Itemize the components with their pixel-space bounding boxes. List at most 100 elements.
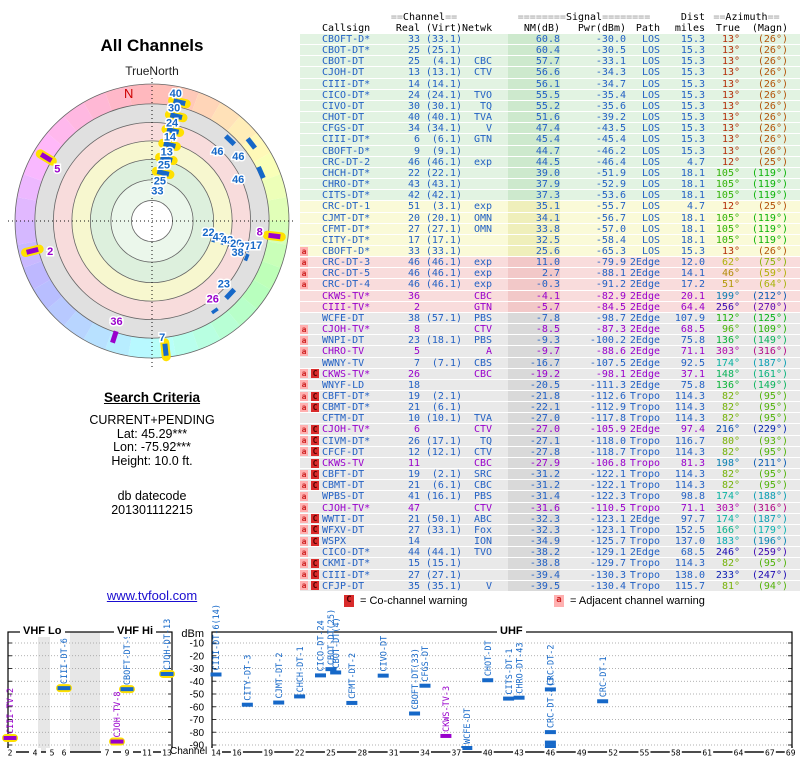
tvfool-report: All Channels TrueNorth N 40 30 24 14 13 25 25 33…: [0, 0, 800, 768]
co-channel-flag: C: [311, 447, 319, 457]
adjacent-channel-flag: a: [300, 268, 308, 278]
search-height: Height: 10.0 ft.: [111, 453, 193, 468]
table-row: CBOFT-D* 9 (9.1) 44.7 -46.2 LOS 15.3 13° (26°): [300, 145, 800, 157]
svg-text:67: 67: [765, 749, 775, 758]
table-header-row: Callsign Real (Virt) Netwk NM(dB) Pwr(dBm) Pat…: [300, 23, 800, 34]
table-row: a C WSPX 14 ION -34.9 -125.7 Tropo 137.0 183° (196…: [300, 536, 800, 548]
table-row: CJOH-DT 13 (13.1) CTV 56.6 -34.3 LOS 15.3 13° (26…: [300, 67, 800, 79]
search-lat: Lat: 45.29***: [116, 426, 188, 441]
svg-text:-80: -80: [190, 728, 205, 739]
table-row: CITY-DT* 17 (17.1) 32.5 -58.4 LOS 18.1 105° (119…: [300, 234, 800, 246]
table-row: a C WWTI-DT 21 (50.1) ABC -32.3 -123.1 2Edge 97.7…: [300, 513, 800, 525]
band-label-uhf: UHF: [497, 625, 526, 637]
svg-text:-40: -40: [190, 677, 205, 688]
table-row: CBOFT-D* 33 (33.1) 60.8 -30.0 LOS 15.3 13° (26°): [300, 34, 800, 46]
co-channel-badge: C: [344, 595, 354, 607]
table-row: a WPBS-DT 41 (16.1) PBS -31.4 -122.3 Tropo 98.8 1…: [300, 491, 800, 503]
table-row: CJMT-DT* 20 (20.1) OMN 34.1 -56.7 LOS 18.1 105°(…: [300, 212, 800, 224]
table-row: a C CBMT-DT 21 (6.1) CBC -31.2 -122.1 Tropo 114.3…: [300, 480, 800, 492]
svg-text:CIVO-DT: CIVO-DT: [379, 636, 389, 672]
svg-text:14: 14: [164, 132, 177, 144]
svg-text:33: 33: [151, 186, 163, 198]
adjacent-channel-flag: a: [300, 480, 308, 490]
adjacent-channel-flag: a: [300, 402, 308, 412]
svg-text:22: 22: [295, 749, 305, 758]
db-datecode-label: db datecode: [117, 489, 187, 503]
svg-text:CIII-DT-6: CIII-DT-6: [60, 638, 70, 684]
svg-text:-70: -70: [190, 715, 205, 726]
svg-text:CRC-DT-4(3: CRC-DT-4(3: [547, 677, 557, 728]
table-row: CHCH-DT* 22 (22.1) 39.0 -51.9 LOS 18.1 105° (119…: [300, 167, 800, 180]
svg-text:23: 23: [218, 278, 230, 290]
svg-text:-50: -50: [190, 690, 205, 701]
adjacent-channel-flag: a: [300, 346, 308, 356]
adjacent-channel-flag: a: [300, 447, 308, 457]
co-channel-text: = Co-channel warning: [360, 595, 468, 607]
svg-text:40: 40: [170, 88, 182, 100]
table-row: CITS-DT* 42 (42.1) 37.3 -53.6 LOS 18.1 105° (119…: [300, 190, 800, 202]
table-row: a C CJOH-TV* 6 CTV -27.0 -105.9 2Edge 97.4 216° (2…: [300, 424, 800, 436]
svg-text:6: 6: [62, 749, 67, 758]
co-channel-flag: C: [311, 425, 319, 435]
tvfool-link[interactable]: www.tvfool.com: [107, 588, 197, 603]
table-row: a WNPI-DT 23 (18.1) PBS -9.3 -100.2 2Edge 75.8 13…: [300, 335, 800, 347]
table-row: a C CBMT-DT* 21 (6.1) -22.1 -112.9 Tropo 114.3 82…: [300, 402, 800, 414]
table-row: CFGS-DT 34 (34.1) V 47.4 -43.5 LOS 15.3 13° (26°): [300, 123, 800, 135]
svg-text:CKWS-TV-3: CKWS-TV-3: [442, 686, 452, 732]
adjacent-channel-flag: a: [300, 547, 308, 557]
table-row: CIVO-DT 30 (30.1) TQ 55.2 -35.6 LOS 15.3 13° (26°…: [300, 100, 800, 113]
svg-text:46: 46: [211, 146, 223, 158]
svg-text:37: 37: [452, 749, 462, 758]
svg-text:9: 9: [125, 749, 130, 758]
table-row: a C CFCF-DT 12 (12.1) CTV -27.8 -118.7 Tropo 114.…: [300, 446, 800, 458]
table-row: CICO-DT* 24 (24.1) TVO 55.5 -35.4 LOS 15.3 13° (2…: [300, 89, 800, 101]
svg-text:69: 69: [786, 749, 796, 758]
table-row: a CRC-DT-5 46 (46.1) exp 2.7 -88.1 2Edge 14.1 46°…: [300, 268, 800, 280]
adjacent-channel-flag: a: [300, 425, 308, 435]
co-channel-flag: C: [311, 402, 319, 412]
co-channel-flag: C: [311, 469, 319, 479]
svg-text:43: 43: [514, 749, 524, 758]
svg-text:46: 46: [232, 174, 244, 186]
svg-text:CJOH-TV-8: CJOH-TV-8: [113, 691, 123, 737]
svg-text:38: 38: [231, 247, 243, 259]
svg-text:2: 2: [8, 749, 13, 758]
svg-text:19: 19: [263, 749, 273, 758]
adjacent-channel-flag: a: [300, 324, 308, 334]
table-row: WCFE-DT 38 (57.1) PBS -7.8 -98.7 2Edge 107.9 112…: [300, 312, 800, 325]
table-row: a C CFJP-DT 35 (35.1) V -39.5 -130.4 Tropo 115.7 8…: [300, 580, 800, 592]
svg-text:WCFE-DT: WCFE-DT: [463, 708, 473, 744]
svg-text:CJOH-DT-13: CJOH-DT-13: [163, 619, 173, 670]
svg-text:26: 26: [207, 294, 219, 306]
polar-chart: N 403024141325253346 464682243422027 173823…: [8, 78, 296, 368]
svg-text:CITS-DT-1: CITS-DT-1: [505, 649, 515, 695]
table-body: CBOFT-D* 33 (33.1) 60.8 -30.0 LOS 15.3 13° (26°)…: [300, 34, 800, 592]
table-row: a CJOH-TV* 47 CTV -31.6 -110.5 Tropo 71.1 303° (3…: [300, 502, 800, 514]
svg-text:24: 24: [166, 117, 179, 129]
svg-text:5: 5: [50, 749, 55, 758]
table-header: ==Channel== ========Signal======== Dist ==A…: [300, 12, 800, 34]
table-row: CHOT-DT 40 (40.1) TVA 51.6 -39.2 LOS 15.3 13° (26…: [300, 112, 800, 124]
search-lon: Lon: -75.92***: [113, 440, 191, 454]
table-row: a C WFXV-DT 27 (33.1) Fox -32.3 -123.1 Tropo 152.…: [300, 524, 800, 537]
svg-text:25: 25: [158, 160, 170, 172]
adjacent-channel-flag: a: [300, 536, 308, 546]
svg-text:CITY-DT-3: CITY-DT-3: [244, 655, 254, 701]
table-row: a CRC-DT-4 46 (46.1) exp -0.3 -91.2 2Edge 17.2 51…: [300, 279, 800, 291]
svg-text:CFMT-DT-2: CFMT-DT-2: [348, 653, 358, 699]
adjacent-channel-flag: a: [300, 369, 308, 379]
co-channel-flag: C: [311, 391, 319, 401]
table-row: a CICO-DT* 44 (44.1) TVO -38.2 -129.1 2Edge 68.5…: [300, 547, 800, 559]
adjacent-channel-flag: a: [300, 436, 308, 446]
svg-text:14: 14: [211, 749, 221, 758]
table-row: CFTM-DT 10 (10.1) TVA -27.0 -117.8 Tropo 114.3 8…: [300, 413, 800, 425]
table-header-row: ==Channel== ========Signal======== Dist ==A…: [300, 12, 800, 23]
svg-text:64: 64: [734, 749, 744, 758]
band-label-vhf-hi: VHF Hi: [114, 625, 157, 637]
table-row: WWNY-TV 7 (7.1) CBS -16.7 -107.5 2Edge 92.5 174°…: [300, 357, 800, 369]
adjacent-channel-flag: a: [300, 391, 308, 401]
svg-text:61: 61: [702, 749, 712, 758]
svg-text:5: 5: [54, 164, 60, 176]
table-row: a CJOH-TV* 8 CTV -8.5 -87.3 2Edge 68.5 96° (109°): [300, 324, 800, 336]
svg-text:-30: -30: [190, 664, 205, 675]
